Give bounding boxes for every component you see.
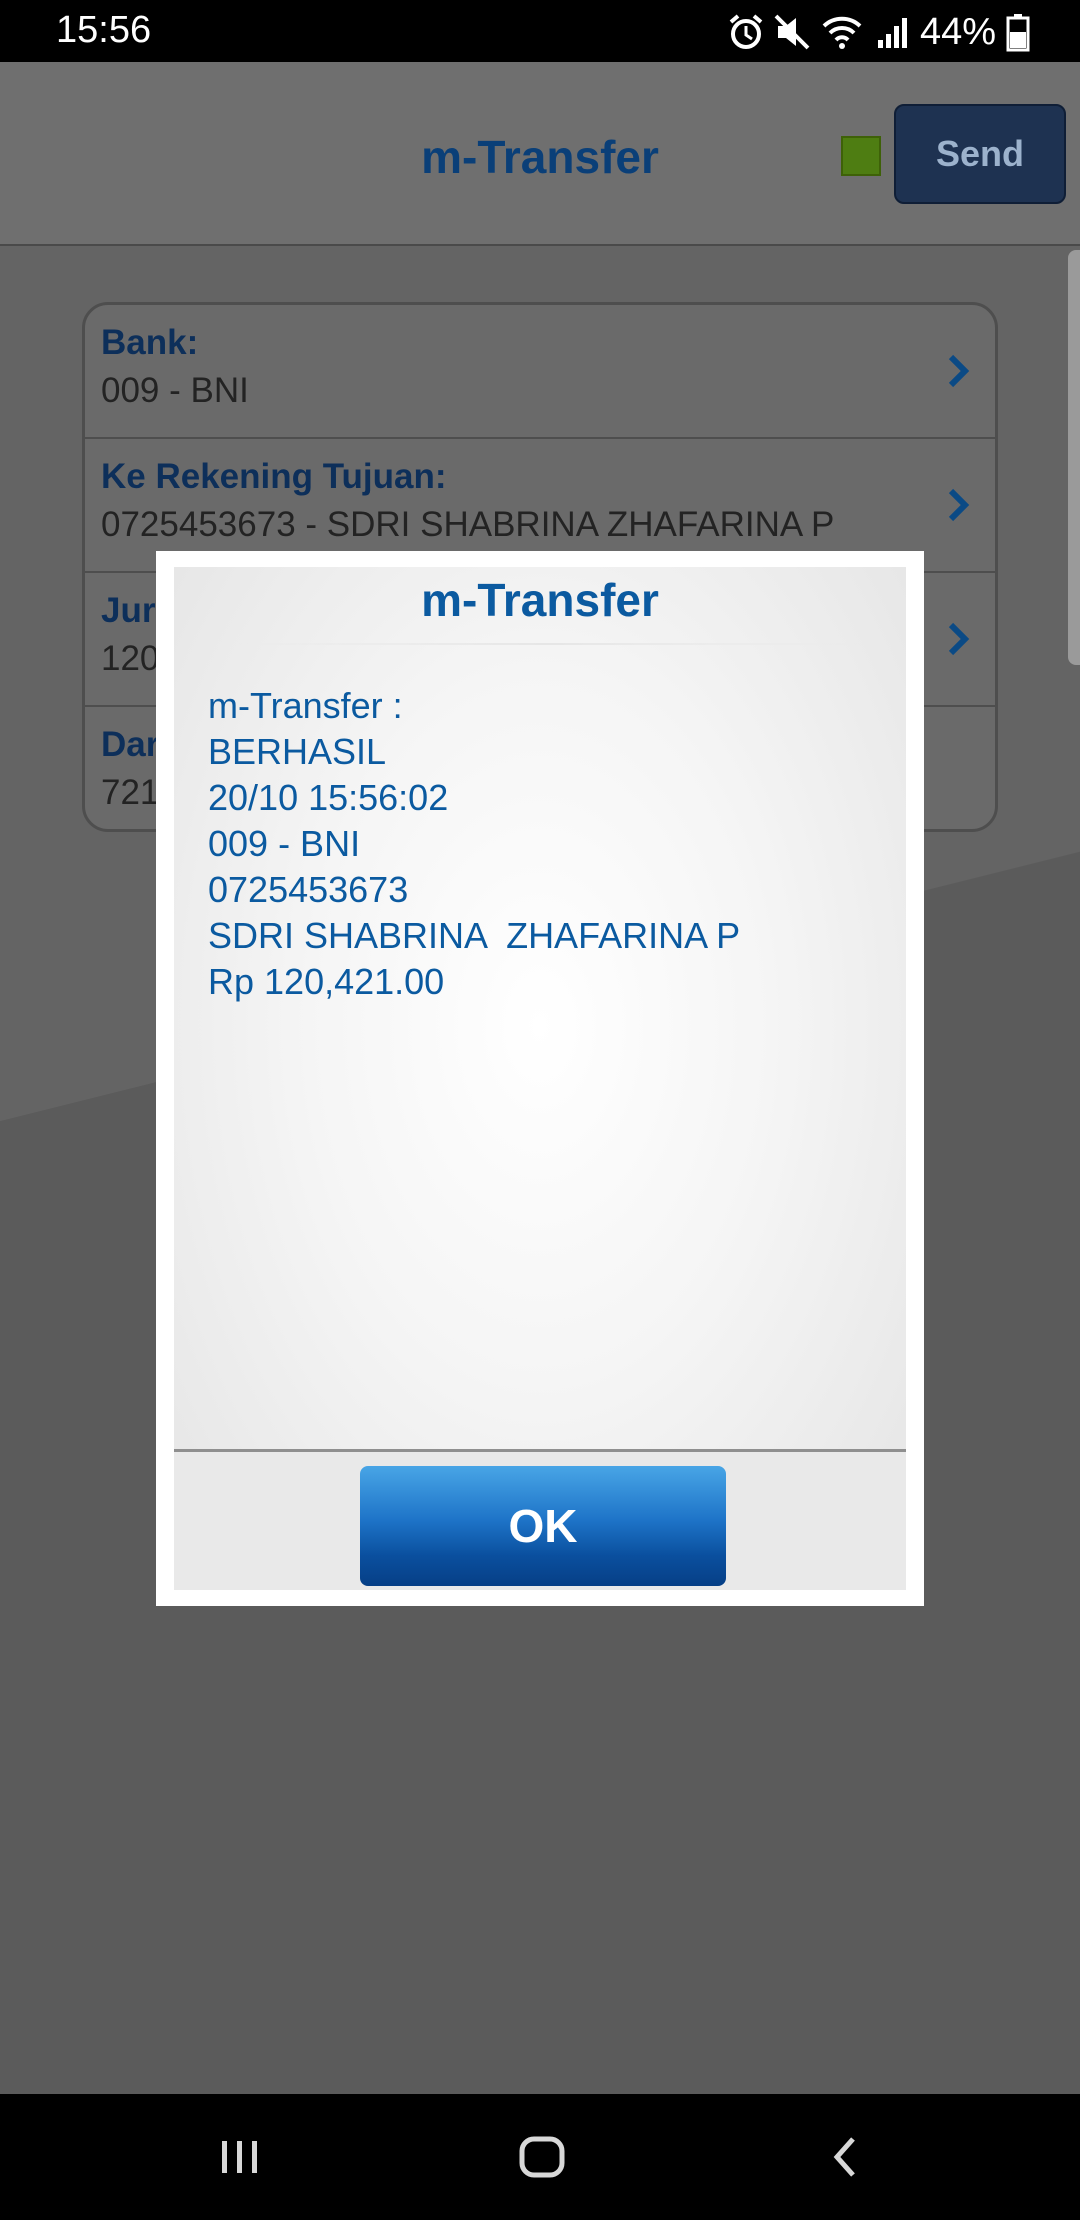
- send-button[interactable]: Send: [894, 104, 1066, 204]
- mute-icon: [774, 12, 810, 52]
- message-line: 0725453673: [208, 869, 409, 910]
- chevron-right-icon: [948, 488, 970, 522]
- row-label: Ke Rekening Tujuan:: [101, 457, 447, 496]
- home-button[interactable]: [502, 2122, 582, 2192]
- scrollbar[interactable]: [1068, 250, 1080, 665]
- navigation-bar: [0, 2094, 1080, 2220]
- signal-icon: [874, 12, 910, 52]
- dialog-divider: [234, 643, 866, 645]
- row-label: Bank:: [101, 323, 199, 362]
- message-line: BERHASIL: [208, 731, 387, 772]
- form-row-bank[interactable]: Bank: 009 - BNI: [85, 305, 995, 439]
- status-indicator: [841, 136, 881, 176]
- recents-icon: [222, 2141, 257, 2173]
- row-value: 0725453673 - SDRI SHABRINA ZHAFARINA P: [101, 505, 835, 544]
- dialog-title: m-Transfer: [421, 574, 659, 626]
- back-icon: [833, 2137, 855, 2177]
- message-line: 20/10 15:56:02: [208, 777, 449, 818]
- battery-percent: 44%: [919, 10, 996, 53]
- dialog-footer: OK: [174, 1449, 906, 1590]
- wifi-icon: [820, 12, 864, 52]
- dialog-message: m-Transfer : BERHASIL 20/10 15:56:02 009…: [208, 683, 740, 1005]
- row-value: 009 - BNI: [101, 371, 249, 410]
- dialog-body: m-Transfer m-Transfer : BERHASIL 20/10 1…: [174, 567, 906, 1590]
- home-icon: [519, 2136, 565, 2178]
- message-line: m-Transfer :: [208, 685, 403, 726]
- status-bar: 15:56 44%: [0, 0, 1080, 62]
- alarm-icon: [728, 12, 764, 52]
- recents-button[interactable]: [200, 2122, 280, 2192]
- message-line: Rp 120,421.00: [208, 961, 445, 1002]
- result-dialog: m-Transfer m-Transfer : BERHASIL 20/10 1…: [156, 551, 924, 1606]
- app-header: m-Transfer Send: [0, 62, 1080, 246]
- back-button[interactable]: [805, 2122, 885, 2192]
- status-icons: 44%: [728, 9, 1030, 55]
- status-time: 15:56: [56, 9, 152, 51]
- chevron-right-icon: [948, 622, 970, 656]
- chevron-right-icon: [948, 354, 970, 388]
- ok-button[interactable]: OK: [360, 1466, 726, 1586]
- battery-icon: [1006, 12, 1030, 52]
- message-line: SDRI SHABRINA ZHAFARINA P: [208, 915, 741, 956]
- message-line: 009 - BNI: [208, 823, 361, 864]
